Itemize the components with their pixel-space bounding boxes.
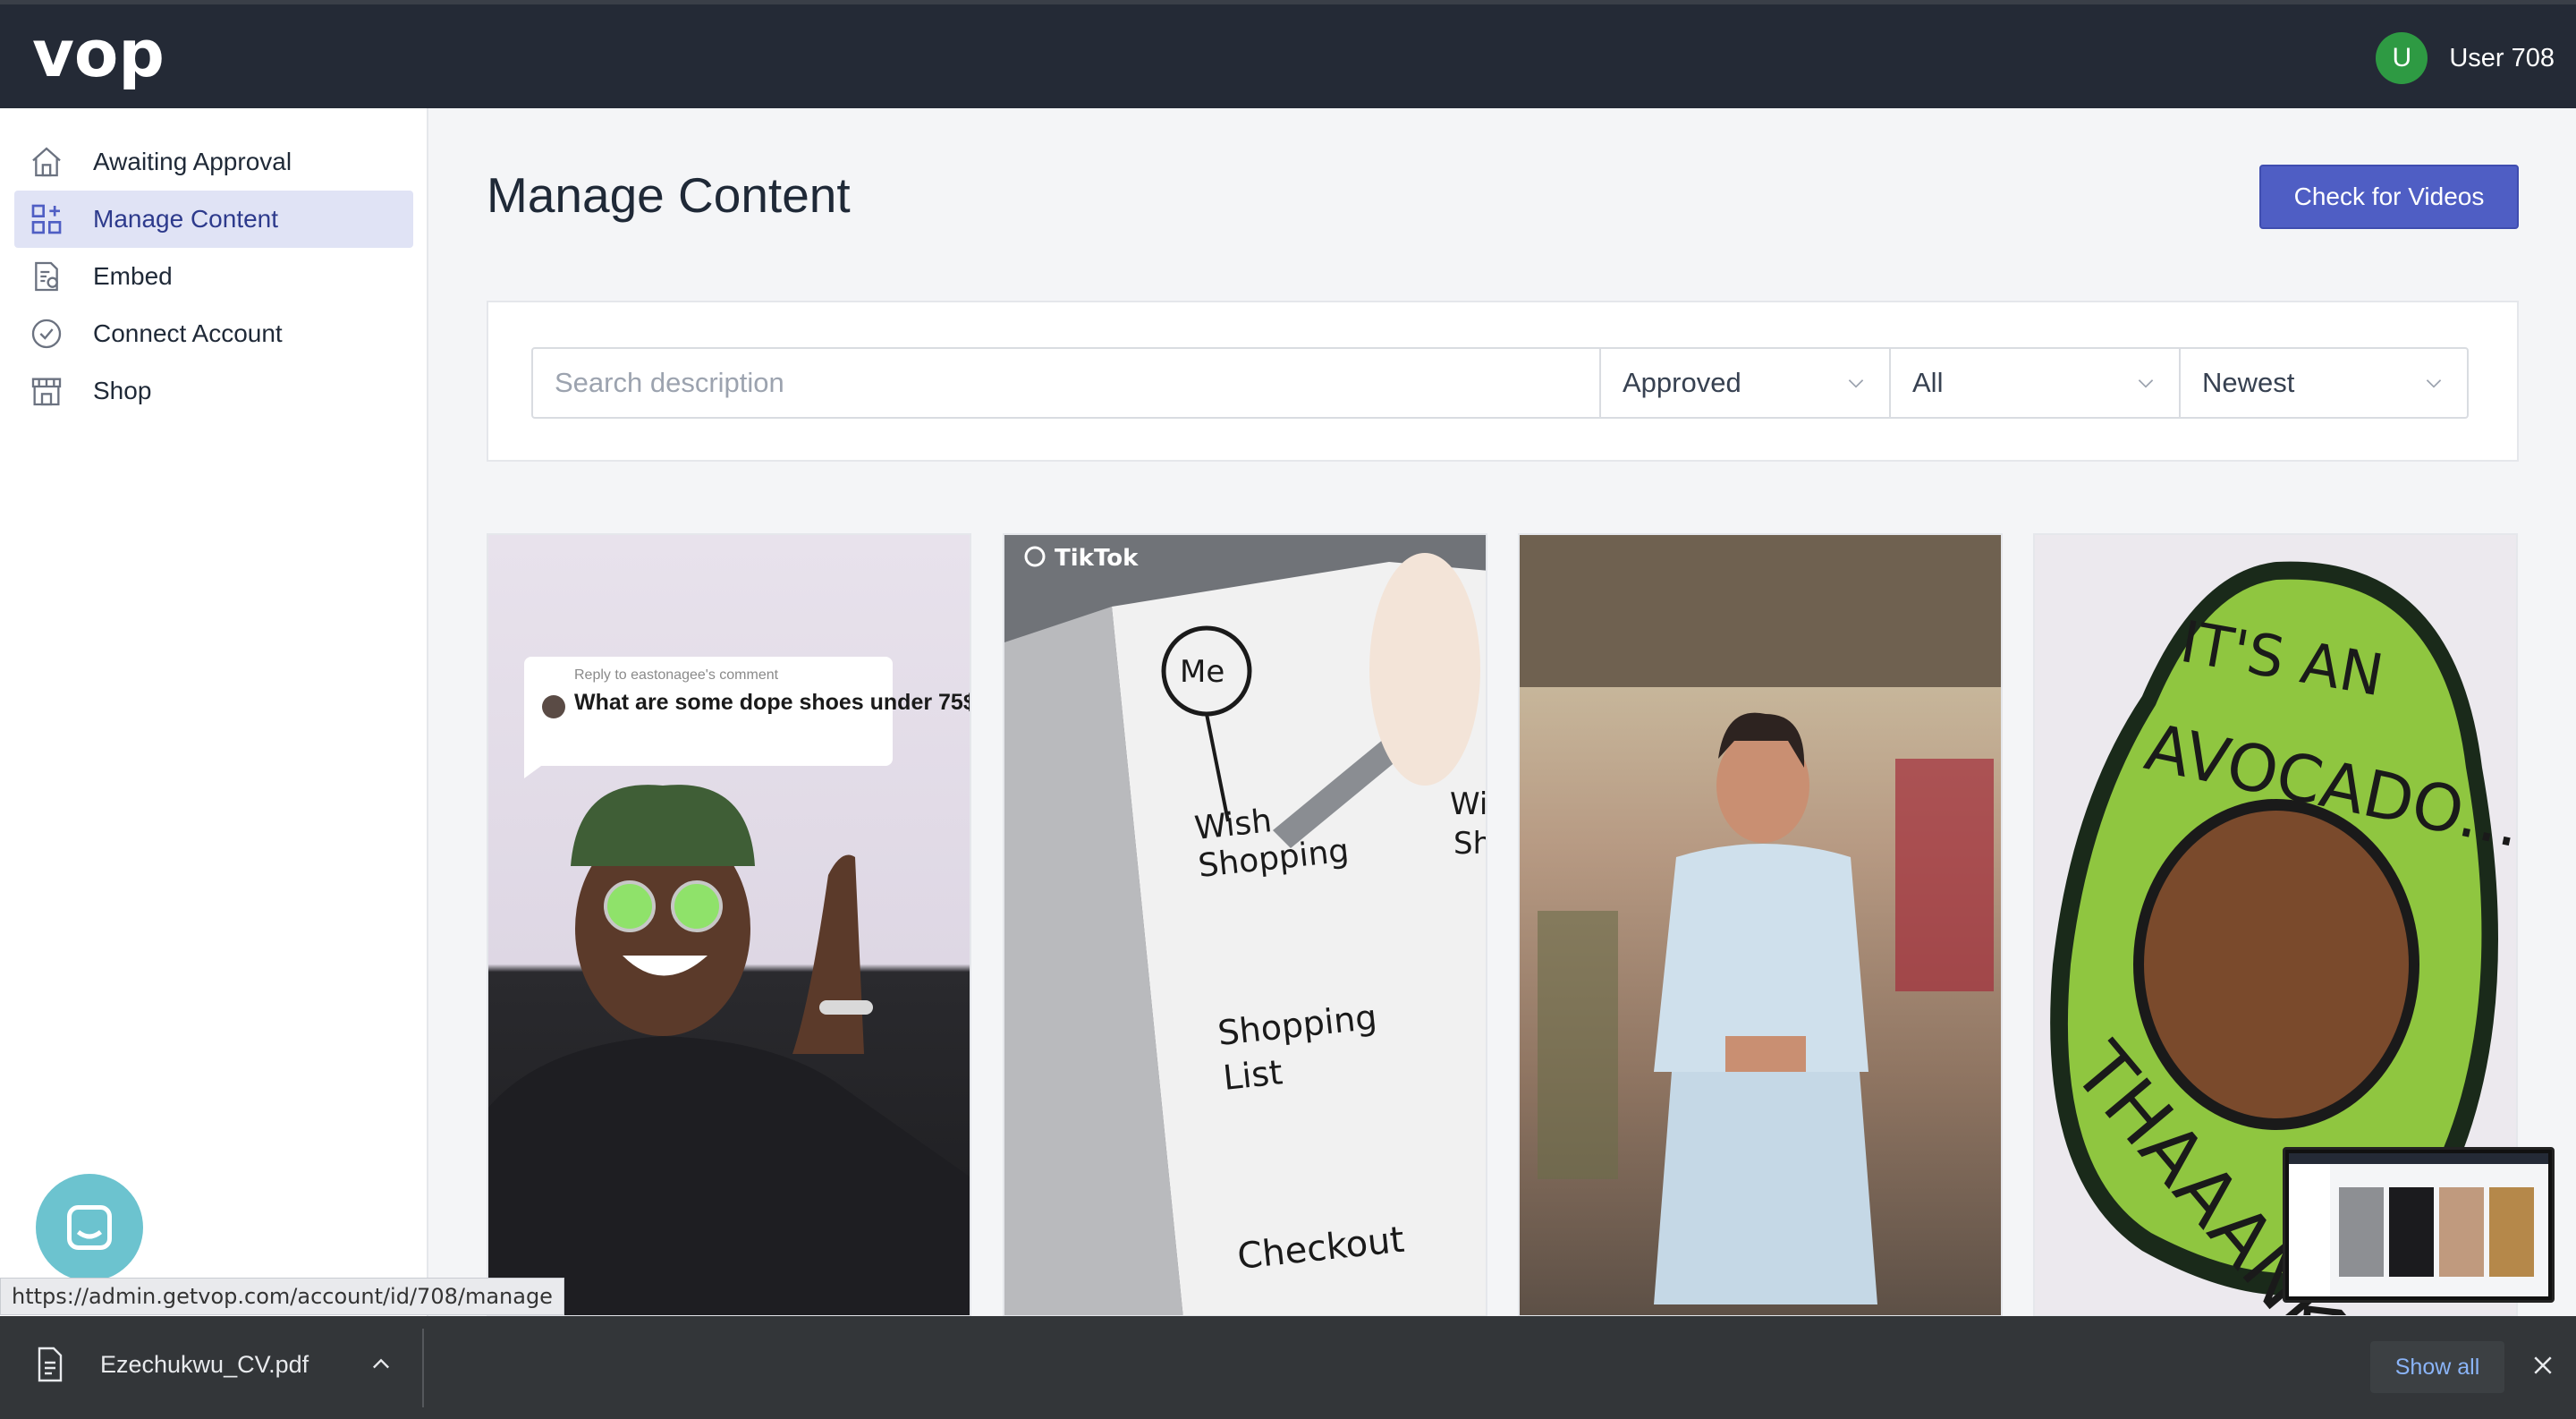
pdf-file-icon	[38, 1347, 63, 1382]
reply-header: Reply to eastonagee's comment	[574, 667, 779, 683]
picture-in-picture-preview[interactable]	[2283, 1147, 2555, 1303]
grid-plus-icon	[27, 200, 66, 239]
divider	[422, 1329, 424, 1407]
status-select[interactable]: Approved	[1599, 349, 1889, 417]
chat-launcher-button[interactable]	[36, 1174, 143, 1281]
type-select[interactable]: All	[1889, 349, 2179, 417]
home-icon	[27, 142, 66, 182]
tiktok-badge: TikTok	[1055, 545, 1139, 572]
show-all-button[interactable]: Show all	[2370, 1341, 2504, 1393]
avatar[interactable]: U	[2376, 32, 2428, 84]
sidebar-item-label: Connect Account	[93, 319, 283, 347]
sidebar-item-label: Embed	[93, 262, 173, 290]
sidebar-item-label: Awaiting Approval	[93, 148, 292, 175]
video-card-dance[interactable]	[1518, 533, 2003, 1317]
download-item[interactable]: Ezechukwu_CV.pdf	[36, 1347, 309, 1382]
svg-text:Wi: Wi	[1450, 786, 1487, 822]
sidebar-item-embed[interactable]: Embed	[14, 248, 413, 305]
svg-text:Me: Me	[1180, 654, 1224, 690]
status-url-tooltip: https://admin.getvop.com/account/id/708/…	[0, 1278, 564, 1315]
user-menu[interactable]: U User 708	[2376, 31, 2555, 85]
top-bar: vop U User 708	[0, 0, 2576, 108]
status-select-value: Approved	[1623, 367, 1741, 398]
check-for-videos-button[interactable]: Check for Videos	[2259, 165, 2519, 229]
user-name[interactable]: User 708	[2449, 44, 2555, 73]
download-file-name: Ezechukwu_CV.pdf	[100, 1350, 309, 1378]
search-input[interactable]	[533, 349, 1599, 417]
sidebar-item-manage-content[interactable]: Manage Content	[14, 191, 413, 248]
svg-text:vop: vop	[32, 24, 165, 91]
sort-select-value: Newest	[2202, 367, 2295, 398]
filter-panel: Approved All Newest	[487, 301, 2519, 462]
filter-row: Approved All Newest	[531, 347, 2469, 419]
download-bar: Ezechukwu_CV.pdf Show all	[0, 1316, 2576, 1419]
chat-icon	[67, 1205, 112, 1250]
sidebar-nav: Awaiting Approval Manage Content Embed C…	[14, 133, 413, 420]
document-gear-icon	[27, 257, 66, 296]
page-title: Manage Content	[487, 167, 851, 223]
svg-text:Sh: Sh	[1453, 826, 1487, 862]
sidebar-item-shop[interactable]: Shop	[14, 362, 413, 420]
chevron-down-icon	[1848, 379, 1864, 388]
sidebar-item-connect-account[interactable]: Connect Account	[14, 305, 413, 362]
sidebar-item-awaiting-approval[interactable]: Awaiting Approval	[14, 133, 413, 191]
reply-text: What are some dope shoes under 75$	[574, 690, 971, 715]
vop-logo[interactable]: vop	[32, 24, 184, 92]
video-card-tiktok-wishlist[interactable]: TikTok Me Wish Shopping Shopping List Ch…	[1003, 533, 1487, 1317]
sidebar-item-label: Manage Content	[93, 205, 279, 233]
close-icon[interactable]	[2529, 1352, 2556, 1379]
sidebar-item-label: Shop	[93, 377, 152, 404]
video-card-shoes[interactable]: Reply to eastonagee's comment What are s…	[487, 533, 971, 1317]
chevron-up-icon[interactable]	[369, 1352, 394, 1377]
storefront-icon	[27, 371, 66, 411]
check-circle-icon	[27, 314, 66, 353]
sidebar: Awaiting Approval Manage Content Embed C…	[0, 108, 428, 1316]
chevron-down-icon	[2426, 379, 2442, 388]
type-select-value: All	[1912, 367, 1944, 398]
svg-text:List: List	[1221, 1052, 1284, 1098]
sort-select[interactable]: Newest	[2179, 349, 2467, 417]
chevron-down-icon	[2138, 379, 2154, 388]
